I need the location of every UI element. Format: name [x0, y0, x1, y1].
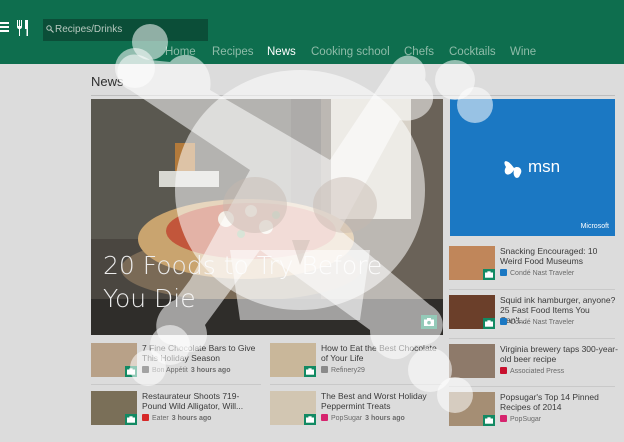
hero-title[interactable]: 20 Foods to Try Before You Die [103, 249, 433, 315]
hero-article[interactable]: 20 Foods to Try Before You Die [91, 99, 443, 335]
news-card[interactable]: How to Eat the Best Chocolate of Your Li… [270, 343, 442, 383]
card-time: 3 hours ago [190, 367, 231, 374]
source-icon [321, 366, 328, 373]
search-icon [46, 25, 54, 33]
source-icon [142, 366, 149, 373]
camera-icon [485, 271, 493, 278]
divider [449, 289, 615, 290]
source-icon [500, 415, 507, 422]
microsoft-brand: Microsoft [580, 223, 609, 230]
nav-tab-wine[interactable]: Wine [510, 46, 536, 58]
camera-icon [485, 320, 493, 327]
card-thumbnail [449, 295, 495, 329]
source-icon [321, 414, 328, 421]
nav-tab-chefs[interactable]: Chefs [404, 46, 434, 58]
card-thumbnail [270, 391, 316, 425]
card-thumbnail [91, 343, 137, 377]
camera-icon [485, 417, 493, 424]
nav-tab-cooking-school[interactable]: Cooking school [311, 46, 390, 58]
divider [91, 384, 261, 385]
source-name: Associated Press [510, 368, 565, 375]
msn-butterfly-icon [504, 161, 522, 178]
source-icon [500, 269, 507, 276]
news-card[interactable]: 7 Fine Chocolate Bars to Give This Holid… [91, 343, 261, 383]
photo-badge [483, 318, 495, 329]
card-title[interactable]: Virginia brewery taps 300-year-old beer … [500, 344, 618, 364]
nav-tabs: Home Recipes News Cooking school Chefs C… [0, 46, 624, 62]
card-source: Condé Nast Traveler [500, 318, 574, 326]
card-source: Refinery29 [321, 366, 365, 374]
source-name: PopSugar [331, 415, 363, 422]
news-card[interactable]: Popsugar's Top 14 Pinned Recipes of 2014… [449, 392, 615, 432]
card-source: PopSugar 3 hours ago [321, 414, 405, 422]
divider [449, 386, 615, 387]
source-icon [142, 414, 149, 421]
camera-icon [127, 416, 135, 423]
news-card[interactable]: The Best and Worst Holiday Peppermint Tr… [270, 391, 442, 431]
card-title[interactable]: How to Eat the Best Chocolate of Your Li… [321, 343, 441, 363]
photo-badge [483, 415, 495, 426]
nav-tab-recipes[interactable]: Recipes [212, 46, 254, 58]
divider [270, 384, 442, 385]
fork-knife-icon[interactable] [16, 20, 30, 36]
news-card[interactable]: Restaurateur Shoots 719-Pound Wild Allig… [91, 391, 261, 431]
camera-icon [306, 416, 314, 423]
hamburger-menu-icon[interactable] [0, 22, 9, 32]
card-thumbnail [449, 344, 495, 378]
photo-badge [304, 366, 316, 377]
card-source: Bon Appétit 3 hours ago [142, 366, 231, 374]
search-placeholder: Recipes/Drinks [55, 24, 123, 35]
news-card[interactable]: Snacking Encouraged: 10 Weird Food Museu… [449, 246, 615, 286]
source-name: Condé Nast Traveler [510, 270, 575, 277]
source-name: Bon Appétit [152, 367, 188, 374]
card-source: PopSugar [500, 415, 541, 423]
card-time: 3 hours ago [171, 415, 212, 422]
msn-logo-text: msn [528, 157, 561, 176]
card-thumbnail [449, 246, 495, 280]
search-input[interactable]: Recipes/Drinks [43, 19, 208, 41]
nav-tab-cocktails[interactable]: Cocktails [449, 46, 496, 58]
msn-advertisement[interactable]: msn Microsoft [450, 99, 615, 236]
card-source: Associated Press [500, 367, 564, 375]
section-title: News [91, 74, 124, 89]
card-title[interactable]: The Best and Worst Holiday Peppermint Tr… [321, 391, 441, 411]
photo-badge [125, 366, 137, 377]
source-icon [500, 318, 507, 325]
source-name: Eater [152, 415, 169, 422]
source-name: PopSugar [510, 416, 542, 423]
camera-icon [127, 368, 135, 375]
nav-tab-news[interactable]: News [267, 46, 296, 58]
card-title[interactable]: Popsugar's Top 14 Pinned Recipes of 2014 [500, 392, 618, 412]
card-source: Eater 3 hours ago [142, 414, 211, 422]
photo-badge [421, 315, 437, 329]
card-thumbnail [270, 343, 316, 377]
source-name: Condé Nast Traveler [510, 319, 575, 326]
card-time: 3 hours ago [365, 415, 405, 422]
divider [449, 338, 615, 339]
news-card[interactable]: Virginia brewery taps 300-year-old beer … [449, 344, 618, 384]
photo-badge [304, 414, 316, 425]
card-source: Condé Nast Traveler [500, 269, 574, 277]
card-title[interactable]: Snacking Encouraged: 10 Weird Food Museu… [500, 246, 618, 266]
photo-badge [483, 269, 495, 280]
card-title[interactable]: 7 Fine Chocolate Bars to Give This Holid… [142, 343, 262, 363]
top-bar: Recipes/Drinks Home Recipes News Cooking… [0, 0, 624, 64]
section-divider [91, 95, 615, 96]
card-thumbnail [91, 391, 137, 425]
camera-icon [306, 368, 314, 375]
nav-tab-home[interactable]: Home [165, 46, 196, 58]
card-title[interactable]: Restaurateur Shoots 719-Pound Wild Allig… [142, 391, 262, 411]
source-icon [500, 367, 507, 374]
news-card[interactable]: Squid ink hamburger, anyone? 25 Fast Foo… [449, 295, 615, 335]
photo-badge [125, 414, 137, 425]
card-thumbnail [449, 392, 495, 426]
camera-icon [424, 318, 434, 326]
source-name: Refinery29 [331, 367, 365, 374]
